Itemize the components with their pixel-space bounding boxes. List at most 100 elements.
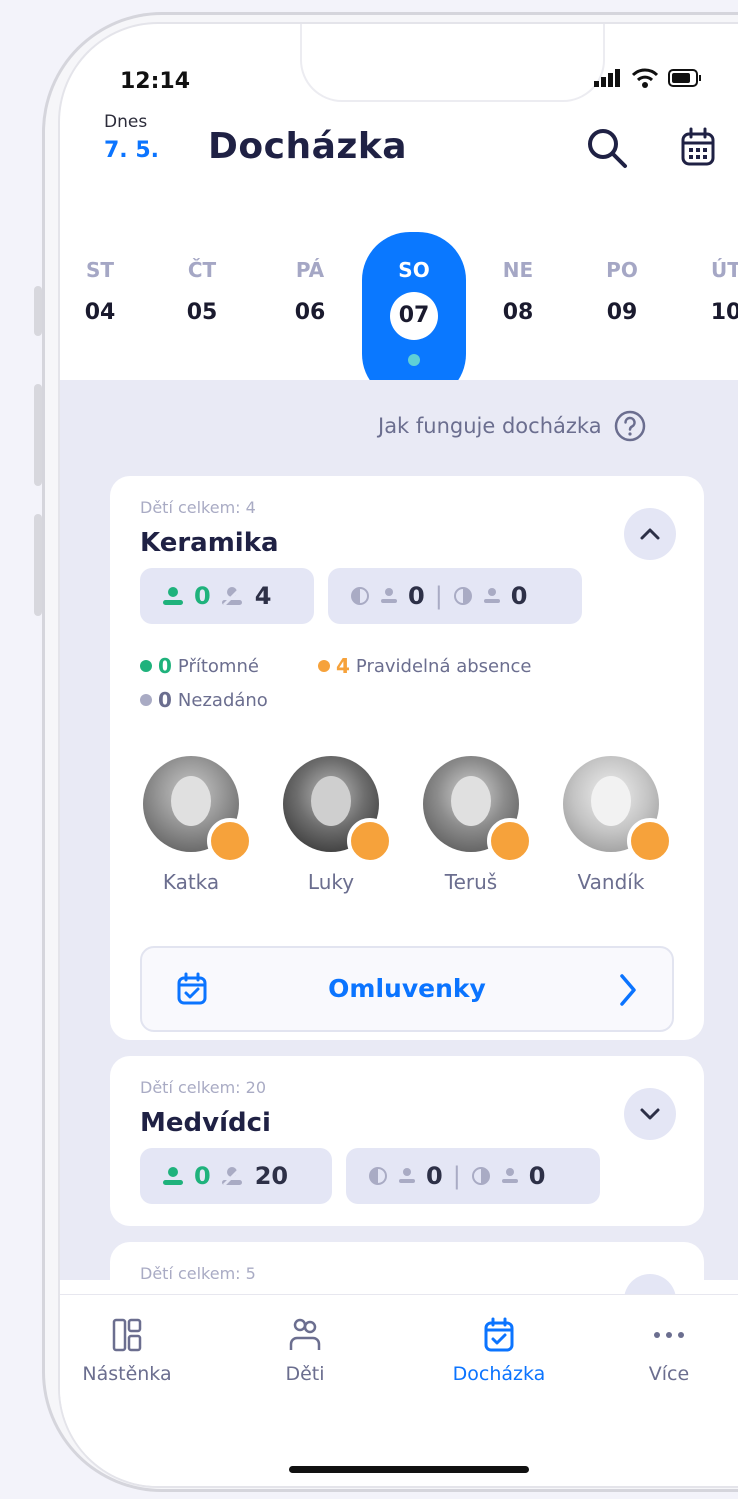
day-tue[interactable]: ÚT 10 — [686, 232, 738, 325]
absent-count: 4 — [254, 582, 272, 610]
absence-badge — [347, 818, 393, 864]
person-present-icon — [163, 587, 183, 605]
day-name: PÁ — [295, 258, 325, 282]
tab-dashboard[interactable]: Nástěnka — [62, 1315, 192, 1385]
tab-more[interactable]: Více — [604, 1315, 734, 1385]
day-name: SO — [398, 258, 430, 282]
day-date: 06 — [294, 300, 326, 325]
search-icon — [588, 129, 627, 168]
avatar-face — [171, 776, 211, 826]
phone-notch — [300, 24, 605, 102]
group-children-count: Dětí celkem: 4 — [140, 498, 256, 517]
bottom-tab-bar: Nástěnka Děti Docházka Více — [60, 1294, 738, 1486]
legend-unset: 0 Nezadáno — [140, 688, 268, 712]
tab-label: Nástěnka — [82, 1363, 172, 1385]
phone-side-button-3 — [34, 514, 42, 616]
present-dot — [140, 660, 152, 672]
person-absent-icon — [221, 585, 243, 607]
present-count: 0 — [194, 582, 211, 610]
collapse-button[interactable] — [624, 508, 676, 560]
day-name: ČT — [187, 258, 217, 282]
person-icon — [399, 1168, 415, 1183]
person-absent-icon — [221, 1165, 243, 1187]
excuses-button[interactable]: Omluvenky — [140, 946, 674, 1032]
half-circle-icon — [351, 587, 369, 605]
absence-badge — [207, 818, 253, 864]
legend-value: 0 — [158, 654, 172, 678]
dashboard-icon — [112, 1318, 142, 1352]
tab-attendance[interactable]: Docházka — [434, 1315, 564, 1385]
legend-label: Pravidelná absence — [355, 655, 532, 677]
legend-label: Nezadáno — [177, 689, 268, 711]
status-icons — [594, 68, 702, 88]
presence-summary: 0 4 — [140, 568, 314, 624]
legend-present: 0 Přítomné — [140, 654, 259, 678]
avatar-face — [451, 776, 491, 826]
chevron-down-icon — [640, 1108, 660, 1120]
separator: | — [452, 1162, 461, 1190]
group-children-count: Dětí celkem: 20 — [140, 1078, 267, 1097]
child-terus[interactable]: Teruš — [416, 756, 533, 894]
tab-label: Děti — [285, 1363, 325, 1385]
day-date: 07 — [390, 292, 438, 340]
home-indicator[interactable] — [289, 1466, 529, 1473]
today-date[interactable]: 7. 5. — [104, 138, 159, 163]
day-fri[interactable]: PÁ 06 — [270, 232, 350, 325]
chevron-right-icon — [620, 974, 636, 1006]
calendar-button[interactable] — [680, 127, 716, 171]
more-icon — [654, 1332, 684, 1338]
help-link-label: Jak funguje docházka — [378, 414, 602, 438]
status-time: 12:14 — [120, 69, 191, 94]
day-mon[interactable]: PO 09 — [582, 232, 662, 325]
child-vandik[interactable]: Vandík — [556, 756, 673, 894]
half-circle-right-icon — [471, 1167, 490, 1185]
avatar-face — [591, 776, 631, 826]
day-event-dot — [408, 354, 420, 366]
present-count: 0 — [194, 1162, 211, 1190]
avatar-face — [311, 776, 351, 826]
day-sat-selected[interactable]: SO 07 — [362, 232, 466, 402]
tab-label: Více — [648, 1363, 690, 1385]
absence-badge — [487, 818, 533, 864]
calendar-icon — [681, 127, 715, 166]
day-thu[interactable]: ČT 05 — [162, 232, 242, 325]
half-day-summary: 0 | 0 — [328, 568, 582, 624]
legend-label: Přítomné — [177, 655, 259, 677]
question-icon — [614, 410, 645, 442]
person-present-icon — [163, 1167, 183, 1185]
group-name: Medvídci — [140, 1108, 271, 1138]
half-circle-right-icon — [453, 587, 472, 605]
day-date: 08 — [502, 300, 534, 325]
group-card-medvidci: Dětí celkem: 20 Medvídci 0 20 0 | 0 — [110, 1056, 704, 1226]
help-link[interactable]: Jak funguje docházka — [378, 410, 646, 442]
half-circle-icon — [369, 1167, 387, 1185]
day-date: 05 — [186, 300, 218, 325]
group-children-count: Dětí celkem: 5 — [140, 1264, 256, 1283]
child-luky[interactable]: Luky — [276, 756, 393, 894]
children-icon — [289, 1318, 321, 1350]
avatar — [283, 756, 393, 864]
page-title: Docházka — [208, 126, 408, 167]
today-label: Dnes — [104, 112, 148, 132]
day-name: ST — [85, 258, 115, 282]
child-katka[interactable]: Katka — [136, 756, 253, 894]
tab-children[interactable]: Děti — [240, 1315, 370, 1385]
day-sun[interactable]: NE 08 — [478, 232, 558, 325]
app-screen: 12:14 Dnes 7. 5. Docházka ST 04 ČT 05 PÁ… — [58, 22, 738, 1488]
expand-button[interactable] — [624, 1088, 676, 1140]
child-name: Luky — [307, 870, 355, 894]
child-name: Vandík — [577, 870, 645, 894]
person-icon — [381, 588, 397, 603]
wifi-icon — [632, 68, 658, 88]
absence-dot — [318, 660, 330, 672]
avatar — [423, 756, 533, 864]
unset-dot — [140, 694, 152, 706]
group-card-keramika: Dětí celkem: 4 Keramika 0 4 0 | 0 0 Přít… — [110, 476, 704, 1040]
day-name: PO — [606, 258, 638, 282]
legend-value: 4 — [336, 654, 350, 678]
day-wed[interactable]: ST 04 — [60, 232, 140, 325]
search-button[interactable] — [585, 126, 629, 174]
day-name: ÚT — [711, 258, 738, 282]
person-icon — [501, 1168, 518, 1183]
child-name: Teruš — [444, 870, 498, 894]
